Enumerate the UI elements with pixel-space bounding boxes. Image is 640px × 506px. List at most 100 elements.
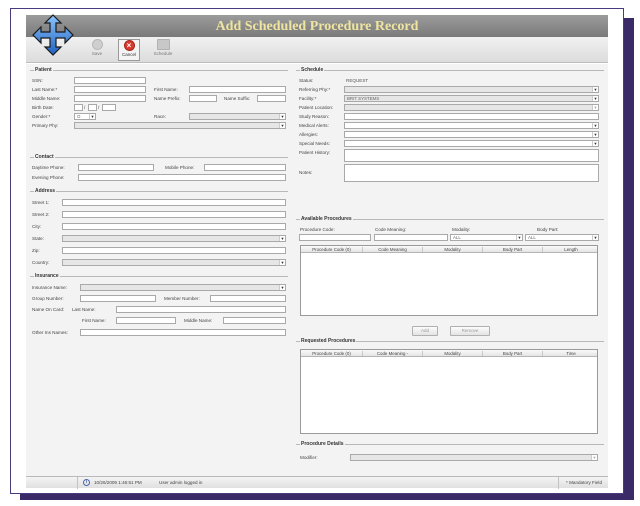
name-on-card-label: Name On Card: <box>32 307 65 312</box>
insurance-section-title: Insurance <box>34 273 60 279</box>
allergies-select[interactable]: ▼ <box>344 131 599 138</box>
chevron-down-icon: ▼ <box>592 96 598 101</box>
birth-day-field[interactable] <box>88 104 97 111</box>
modifier-select[interactable]: ▼ <box>350 454 598 461</box>
chevron-down-icon: ▼ <box>89 114 95 119</box>
referring-phy-select[interactable]: ▼ <box>344 86 599 93</box>
cancel-button[interactable]: × Cancel <box>118 39 140 61</box>
column-header[interactable]: Procedure Code (0) <box>301 247 363 252</box>
race-label: Race: <box>154 114 167 119</box>
column-header[interactable]: Body Part <box>483 351 543 356</box>
body-part-filter-select[interactable]: ALL ▼ <box>525 234 599 241</box>
primary-phy-label: Primary Phy: <box>32 123 59 128</box>
evening-phone-label: Evening Phone: <box>32 175 65 180</box>
schedule-button[interactable]: Schedule <box>150 39 176 61</box>
street2-field[interactable] <box>62 211 286 218</box>
procedure-code-filter[interactable] <box>299 234 371 241</box>
other-ins-names-field[interactable] <box>80 329 286 336</box>
name-prefix-label: Name Prefix: <box>154 96 181 101</box>
member-number-field[interactable] <box>210 295 286 302</box>
birth-year-field[interactable] <box>102 104 116 111</box>
middle-name-field[interactable] <box>74 95 146 102</box>
ssn-field[interactable] <box>74 77 146 84</box>
state-select[interactable]: ▼ <box>62 235 286 242</box>
available-procedures-table[interactable]: Procedure Code (0) Code Meaning Modality… <box>300 245 598 316</box>
mobile-phone-field[interactable] <box>204 164 286 171</box>
modality-filter-select[interactable]: ALL ▼ <box>450 234 523 241</box>
allergies-label: Allergies: <box>299 132 318 137</box>
chevron-down-icon: ▼ <box>279 236 285 241</box>
body-part-filter-value: ALL <box>528 235 536 240</box>
notes-label: Notes: <box>299 170 313 175</box>
member-number-label: Member Number: <box>164 296 200 301</box>
last-name-label: Last Name:* <box>32 87 58 92</box>
daytime-phone-field[interactable] <box>78 164 154 171</box>
column-header[interactable]: Code Meaning <box>363 247 423 252</box>
status-divider <box>558 477 559 489</box>
remove-procedure-button[interactable]: Remove <box>450 326 490 336</box>
column-header[interactable]: Body Part <box>483 247 543 252</box>
insurance-name-select[interactable]: ▼ <box>80 284 286 291</box>
column-header[interactable]: Length <box>543 247 599 252</box>
street1-field[interactable] <box>62 199 286 206</box>
city-field[interactable] <box>62 223 286 230</box>
code-meaning-filter[interactable] <box>374 234 448 241</box>
zip-label: Zip: <box>32 248 40 253</box>
medical-alerts-select[interactable]: ▼ <box>344 122 599 129</box>
schedule-label: Schedule <box>153 51 173 56</box>
status-bar: i 10/26/2009 1:46:51 PM User admin logge… <box>26 476 608 489</box>
card-middle-name-field[interactable] <box>223 317 286 324</box>
address-section-title: Address <box>34 188 57 194</box>
card-last-name-field[interactable] <box>116 306 286 313</box>
column-header[interactable]: Modality <box>423 247 483 252</box>
primary-phy-select[interactable]: ▼ <box>74 122 286 129</box>
chevron-down-icon: ▼ <box>279 260 285 265</box>
column-header[interactable]: Code Meaning - <box>363 351 423 356</box>
first-name-field[interactable] <box>189 86 286 93</box>
race-select[interactable]: ▼ <box>189 113 286 120</box>
notes-field[interactable] <box>344 164 599 182</box>
column-header[interactable]: Modality <box>423 351 483 356</box>
group-number-label: Group Number: <box>32 296 64 301</box>
status-label: Status: <box>299 78 314 83</box>
requested-procedures-table[interactable]: Procedure Code (0) Code Meaning - Modali… <box>300 349 598 434</box>
study-reason-field[interactable] <box>344 113 599 120</box>
column-header[interactable]: Procedure Code (0) <box>301 351 363 356</box>
name-suffix-field[interactable] <box>257 95 286 102</box>
chevron-down-icon: ▼ <box>516 235 522 240</box>
street2-label: Street 2: <box>32 212 50 217</box>
birth-date-separator: / <box>98 105 100 110</box>
add-procedure-button[interactable]: Add <box>412 326 438 336</box>
birth-month-field[interactable] <box>74 104 83 111</box>
name-prefix-field[interactable] <box>189 95 217 102</box>
last-name-field[interactable] <box>74 86 146 93</box>
special-needs-select[interactable]: ▼ <box>344 140 599 147</box>
evening-phone-field[interactable] <box>78 174 286 181</box>
card-first-name-field[interactable] <box>116 317 176 324</box>
modality-filter-value: ALL <box>453 235 461 240</box>
modifier-label: Modifier: <box>300 455 318 460</box>
facility-select[interactable]: BRIT SYSTEMS ▼ <box>344 95 599 102</box>
body-part-label: Body Part: <box>537 227 559 232</box>
chevron-down-icon: ▼ <box>592 123 598 128</box>
group-number-field[interactable] <box>80 295 156 302</box>
save-button[interactable]: Save <box>86 39 108 61</box>
facility-label: Facility:* <box>299 96 317 101</box>
gender-select[interactable]: O ▼ <box>74 113 96 120</box>
patient-location-select[interactable]: ▼ <box>344 104 599 111</box>
city-label: City: <box>32 224 42 229</box>
chevron-down-icon: ▼ <box>279 123 285 128</box>
chevron-down-icon: ▼ <box>592 105 598 110</box>
column-header[interactable]: Time <box>543 351 599 356</box>
chevron-down-icon: ▼ <box>592 235 598 240</box>
insurance-name-label: Insurance Name: <box>32 285 67 290</box>
window-title: Add Scheduled Procedure Record <box>215 19 419 34</box>
special-needs-label: Special Needs: <box>299 141 330 146</box>
middle-name-label: Middle Name: <box>32 96 61 101</box>
patient-history-field[interactable] <box>344 149 599 162</box>
procedure-details-title: Procedure Details <box>300 441 345 447</box>
zip-field[interactable] <box>62 247 286 254</box>
country-select[interactable]: ▼ <box>62 259 286 266</box>
other-ins-names-label: Other Ins Names: <box>32 330 68 335</box>
form-area: Patient SSN: Last Name:* First Name: Mid… <box>26 64 608 476</box>
